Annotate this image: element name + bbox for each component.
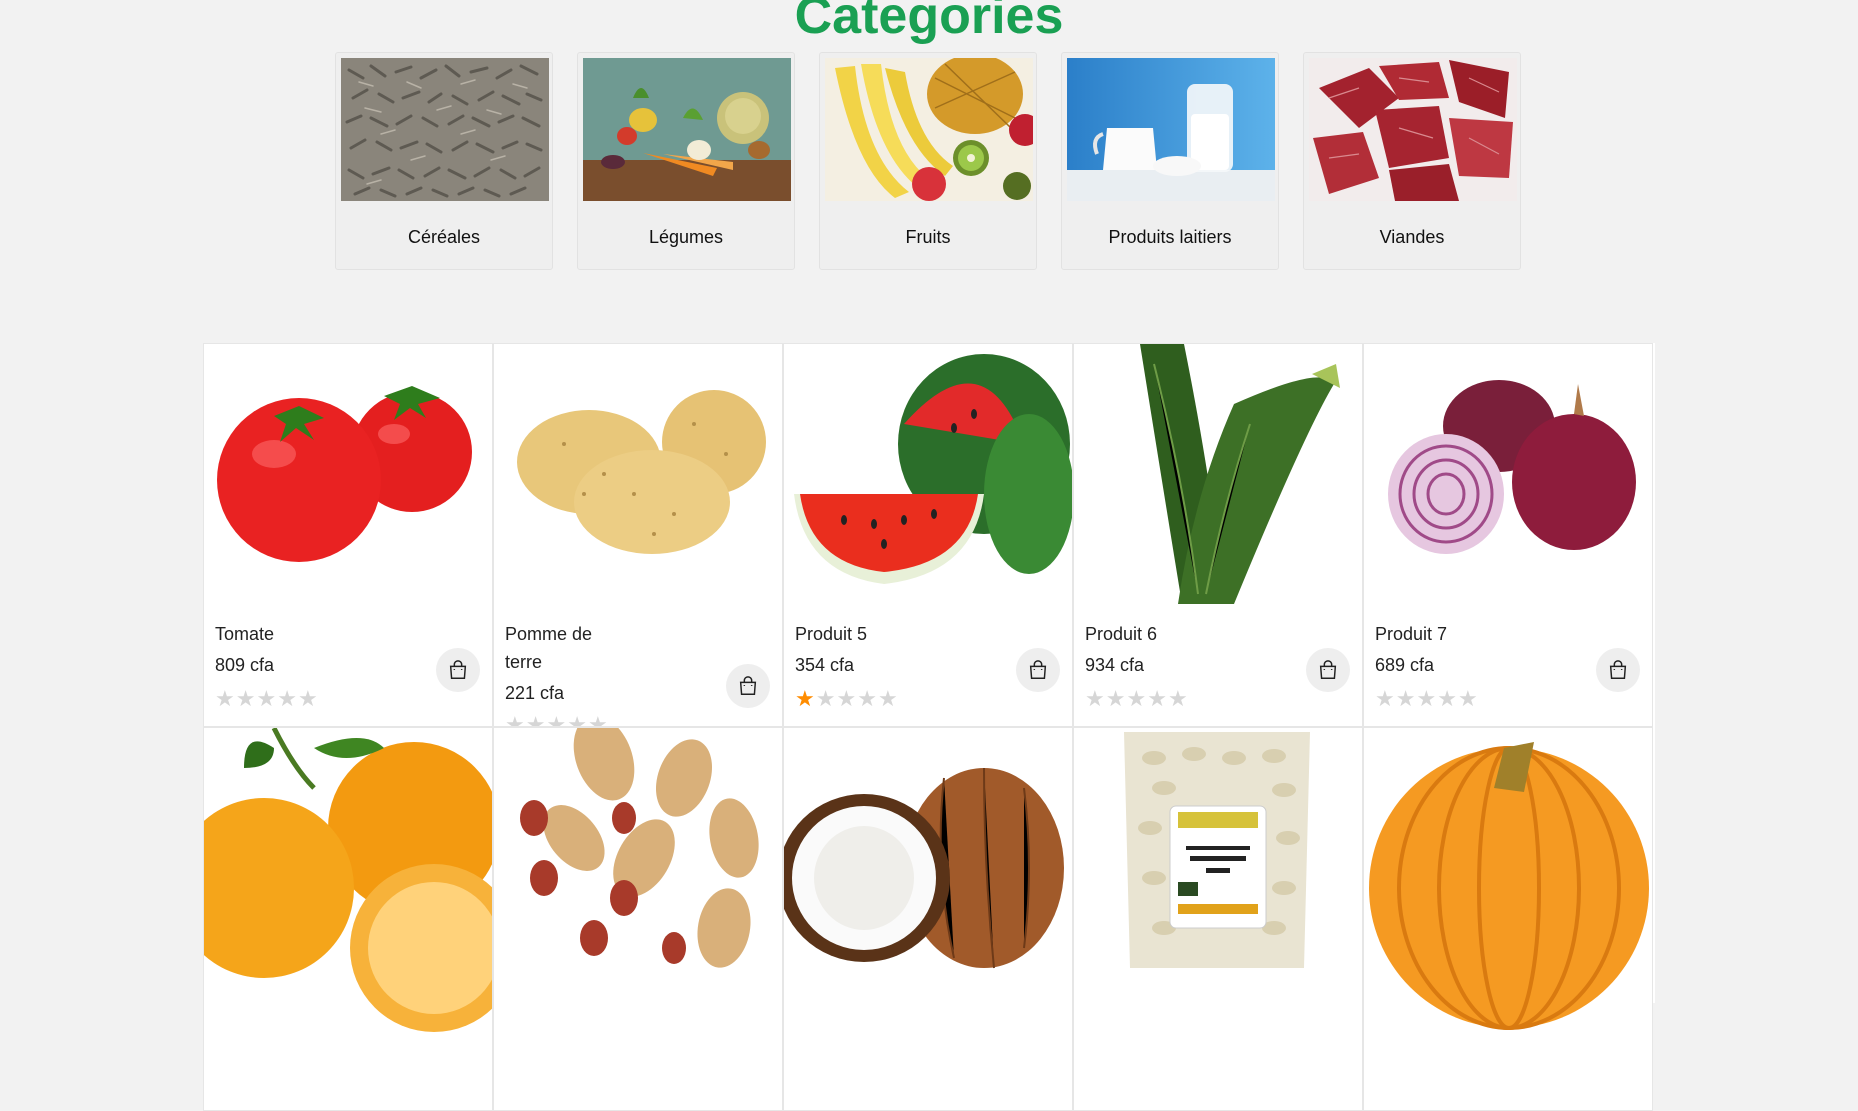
star-icon[interactable]: ★ xyxy=(816,686,837,711)
product-name: Produit 5 xyxy=(795,624,868,644)
product-grid: Tomate 809 cfa ★★★★★ Pomme de terre 221 … xyxy=(203,343,1655,1111)
category-label: Viandes xyxy=(1379,227,1445,247)
category-image-viandes xyxy=(1309,58,1517,201)
star-icon[interactable]: ★ xyxy=(588,712,609,726)
shopping-bag-icon xyxy=(1319,660,1337,679)
product-name: Produit 7 xyxy=(1375,624,1448,644)
product-card-noix-de-coco[interactable] xyxy=(783,727,1073,1111)
star-icon[interactable]: ★ xyxy=(795,686,816,711)
categories-title: Categories xyxy=(794,0,1064,45)
star-icon[interactable]: ★ xyxy=(878,686,899,711)
product-image-noix-de-cajou xyxy=(1074,728,1362,1110)
shopping-bag-icon xyxy=(1609,660,1627,679)
add-to-cart-button[interactable] xyxy=(1306,648,1350,692)
product-card-tomate[interactable]: Tomate 809 cfa ★★★★★ xyxy=(203,343,493,727)
product-image-tomate xyxy=(204,344,492,608)
category-image-produits-laitiers xyxy=(1067,58,1275,201)
star-icon[interactable]: ★ xyxy=(1147,686,1168,711)
product-rating: ★★★★★ xyxy=(795,686,899,712)
star-icon[interactable]: ★ xyxy=(277,686,298,711)
star-icon[interactable]: ★ xyxy=(256,686,277,711)
product-image-arachide xyxy=(494,728,782,1110)
add-to-cart-button[interactable] xyxy=(726,664,770,708)
star-icon[interactable]: ★ xyxy=(1416,686,1437,711)
star-icon[interactable]: ★ xyxy=(546,712,567,726)
product-image-produit-7 xyxy=(1364,344,1652,608)
category-label: Céréales xyxy=(407,227,481,247)
category-label: Légumes xyxy=(648,227,724,247)
product-rating: ★★★★★ xyxy=(1085,686,1189,712)
category-card-cereales[interactable]: Céréales xyxy=(335,52,553,270)
category-card-fruits[interactable]: Fruits xyxy=(819,52,1037,270)
star-icon[interactable]: ★ xyxy=(1126,686,1147,711)
shopping-bag-icon xyxy=(449,660,467,679)
star-icon[interactable]: ★ xyxy=(857,686,878,711)
star-icon[interactable]: ★ xyxy=(1396,686,1417,711)
product-card-orange[interactable] xyxy=(203,727,493,1111)
product-card-produit-7[interactable]: Produit 7 689 cfa ★★★★★ xyxy=(1363,343,1653,727)
shopping-bag-icon xyxy=(739,676,757,695)
product-name: Pomme de terre xyxy=(505,624,593,672)
product-price: 934 cfa xyxy=(1085,655,1145,675)
category-card-legumes[interactable]: Légumes xyxy=(577,52,795,270)
product-price: 689 cfa xyxy=(1375,655,1435,675)
product-image-noix-de-coco xyxy=(784,728,1072,1110)
product-card-produit-6[interactable]: Produit 6 934 cfa ★★★★★ xyxy=(1073,343,1363,727)
product-card-arachide[interactable] xyxy=(493,727,783,1111)
star-icon[interactable]: ★ xyxy=(836,686,857,711)
category-label: Fruits xyxy=(905,227,951,247)
star-icon[interactable]: ★ xyxy=(1168,686,1189,711)
star-icon[interactable]: ★ xyxy=(1106,686,1127,711)
star-icon[interactable]: ★ xyxy=(215,686,236,711)
add-to-cart-button[interactable] xyxy=(1016,648,1060,692)
add-to-cart-button[interactable] xyxy=(1596,648,1640,692)
product-price: 354 cfa xyxy=(795,655,855,675)
star-icon[interactable]: ★ xyxy=(1458,686,1479,711)
product-image-pomme-de-terre xyxy=(494,344,782,608)
product-image-produit-5 xyxy=(784,344,1072,608)
category-label: Produits laitiers xyxy=(1108,227,1232,247)
star-icon[interactable]: ★ xyxy=(236,686,257,711)
product-card-noix-de-cajou[interactable] xyxy=(1073,727,1363,1111)
product-rating: ★★★★★ xyxy=(1375,686,1479,712)
product-card-citrouille[interactable] xyxy=(1363,727,1653,1111)
star-icon[interactable]: ★ xyxy=(1375,686,1396,711)
category-card-produits-laitiers[interactable]: Produits laitiers xyxy=(1061,52,1279,270)
star-icon[interactable]: ★ xyxy=(1085,686,1106,711)
star-icon[interactable]: ★ xyxy=(505,712,526,726)
product-price: 809 cfa xyxy=(215,655,275,675)
product-card-pomme-de-terre[interactable]: Pomme de terre 221 cfa ★★★★★ xyxy=(493,343,783,727)
product-price: 221 cfa xyxy=(505,683,565,703)
shopping-bag-icon xyxy=(1029,660,1047,679)
product-rating: ★★★★★ xyxy=(215,686,319,712)
star-icon[interactable]: ★ xyxy=(298,686,319,711)
product-image-produit-6 xyxy=(1074,344,1362,608)
product-name: Produit 6 xyxy=(1085,624,1158,644)
star-icon[interactable]: ★ xyxy=(567,712,588,726)
star-icon[interactable]: ★ xyxy=(1437,686,1458,711)
category-image-legumes xyxy=(583,58,791,201)
product-image-citrouille xyxy=(1364,728,1652,1110)
add-to-cart-button[interactable] xyxy=(436,648,480,692)
product-rating: ★★★★★ xyxy=(505,712,609,726)
star-icon[interactable]: ★ xyxy=(526,712,547,726)
category-card-viandes[interactable]: Viandes xyxy=(1303,52,1521,270)
product-card-produit-5[interactable]: Produit 5 354 cfa ★★★★★ xyxy=(783,343,1073,727)
product-name: Tomate xyxy=(215,624,275,644)
category-image-cereales xyxy=(341,58,549,201)
product-image-orange xyxy=(204,728,492,1110)
category-image-fruits xyxy=(825,58,1033,201)
